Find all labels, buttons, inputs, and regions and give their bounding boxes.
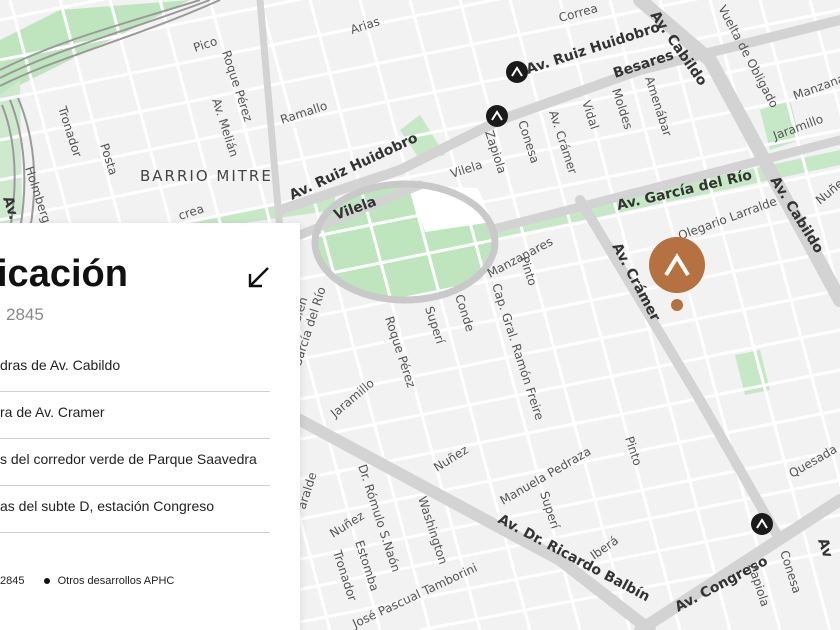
collapse-button[interactable]: [244, 263, 274, 293]
legend-current: 2845: [0, 575, 25, 588]
map-legend: 2845 Otros desarrollos APHC: [0, 575, 174, 587]
legend-others: Otros desarrollos APHC: [57, 575, 175, 588]
development-marker[interactable]: [506, 61, 528, 83]
location-panel: icación 2845 dras de Av. Cabildo ra de A…: [0, 223, 300, 630]
development-marker[interactable]: [486, 105, 508, 127]
legend-dot-icon: [43, 578, 50, 585]
panel-address: 2845: [6, 305, 44, 324]
development-marker[interactable]: [751, 513, 773, 535]
proximity-list: dras de Av. Cabildo ra de Av. Cramer s d…: [0, 345, 270, 533]
list-item: dras de Av. Cabildo: [0, 345, 270, 392]
district-label: BARRIO MITRE: [140, 167, 273, 185]
location-dot: [671, 299, 683, 311]
panel-title: icación: [0, 253, 128, 295]
list-item: ra de Av. Cramer: [0, 392, 270, 439]
arrow-down-left-icon: [248, 267, 269, 288]
list-item: as del subte D, estación Congreso: [0, 486, 270, 533]
list-item: s del corredor verde de Parque Saavedra: [0, 439, 270, 486]
